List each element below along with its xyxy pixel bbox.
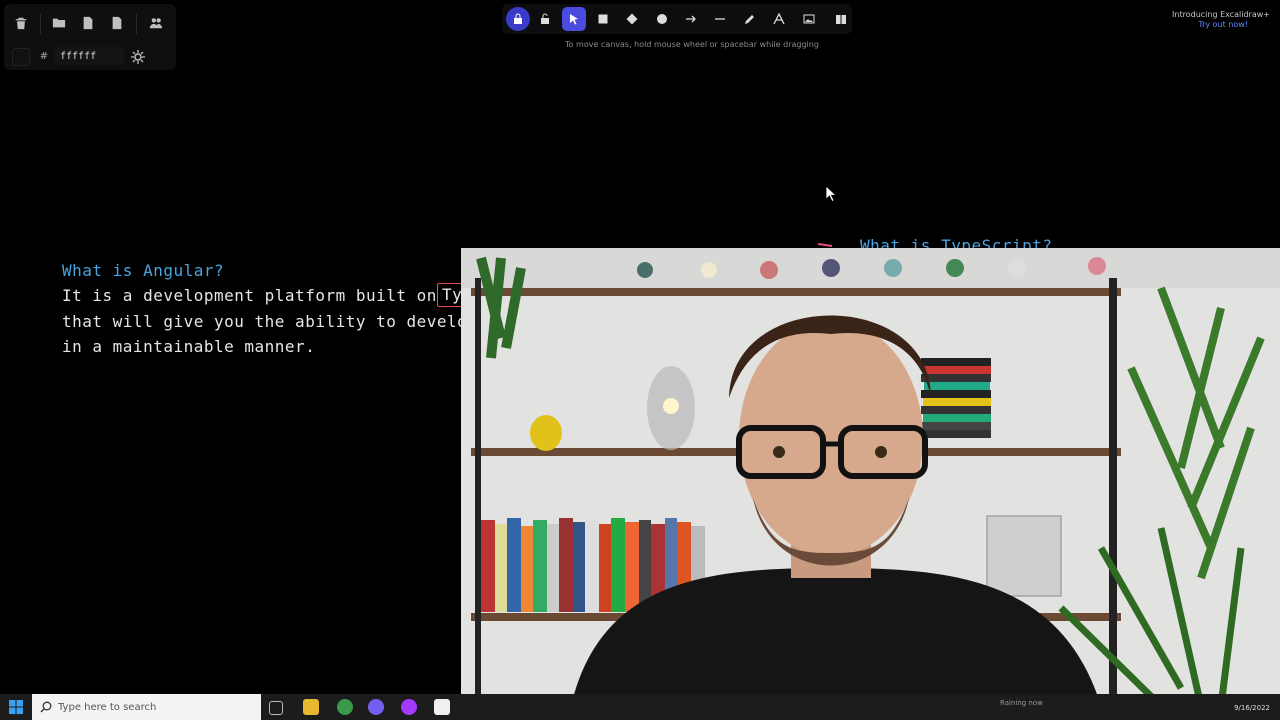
selection-tool-icon[interactable]	[562, 7, 586, 31]
canvas-text-line[interactable]: that will give you the ability to develo…	[62, 312, 477, 331]
pencil-tool-icon[interactable]	[738, 7, 762, 31]
save-file-icon[interactable]	[77, 12, 99, 34]
webcam-overlay	[461, 248, 1280, 706]
image-tool-icon[interactable]	[797, 7, 821, 31]
mouse-cursor-icon	[825, 185, 838, 203]
diamond-tool-icon[interactable]	[620, 7, 644, 31]
canvas-text-line[interactable]: It is a development platform built on	[62, 286, 437, 305]
tray-weather: Raining now	[1000, 699, 1043, 707]
library-book-icon[interactable]	[829, 7, 853, 31]
yellow-vase	[530, 415, 562, 451]
task-view-icon[interactable]	[269, 701, 283, 715]
notion-icon[interactable]	[434, 699, 450, 715]
taskbar: Type here to search Raining now 9/16/202…	[0, 694, 1280, 720]
canvas-heading-angular[interactable]: What is Angular?	[62, 261, 224, 280]
search-placeholder: Type here to search	[58, 701, 157, 713]
canvas-color-input[interactable]	[54, 47, 124, 65]
viber-icon[interactable]	[368, 699, 384, 715]
search-icon	[40, 701, 52, 713]
trash-icon[interactable]	[10, 12, 32, 34]
taskbar-search-box[interactable]: Type here to search	[32, 694, 261, 720]
text-tool-icon[interactable]	[767, 7, 791, 31]
lock-icon[interactable]	[533, 7, 557, 31]
chrome-icon[interactable]	[337, 699, 353, 715]
windows-start-icon[interactable]	[8, 699, 24, 715]
open-folder-icon[interactable]	[48, 12, 70, 34]
rectangle-tool-icon[interactable]	[591, 7, 615, 31]
canvas-text-line[interactable]: in a maintainable manner.	[62, 337, 315, 356]
promo-title: Introducing Excalidraw+	[1172, 10, 1270, 19]
main-toolbar	[502, 4, 852, 34]
shelf	[471, 288, 1121, 296]
collaborate-users-icon[interactable]	[145, 12, 167, 34]
arrow-tool-icon[interactable]	[679, 7, 703, 31]
color-hash-label: #	[39, 51, 49, 62]
left-toolbar: #	[4, 4, 176, 70]
file-explorer-icon[interactable]	[303, 699, 319, 715]
library-lock-icon[interactable]	[506, 7, 530, 31]
gear-icon[interactable]	[130, 49, 146, 65]
promo-link[interactable]: Try out now!	[1198, 20, 1248, 29]
messenger-icon[interactable]	[401, 699, 417, 715]
canvas-color-swatch[interactable]	[12, 48, 30, 66]
canvas-hint: To move canvas, hold mouse wheel or spac…	[565, 40, 819, 49]
pink-arrow-stroke[interactable]	[817, 243, 833, 247]
ellipse-tool-icon[interactable]	[650, 7, 674, 31]
picture-frame	[986, 515, 1062, 597]
export-file-icon[interactable]	[106, 12, 128, 34]
tray-date: 9/16/2022	[1234, 704, 1270, 712]
line-tool-icon[interactable]	[708, 7, 732, 31]
